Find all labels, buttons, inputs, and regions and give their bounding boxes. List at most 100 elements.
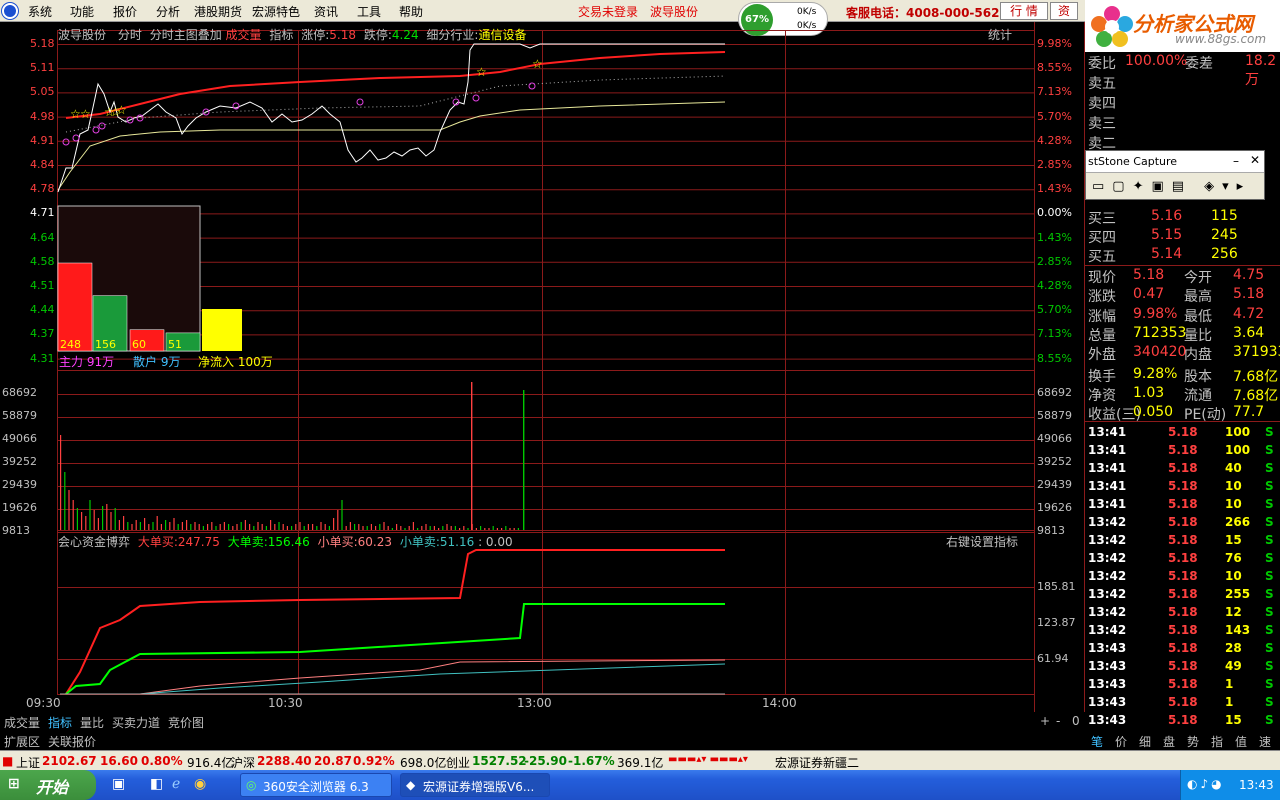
volume-bar [244,520,246,530]
quicklaunch-icon-1[interactable]: ◧ [150,776,163,792]
industry-value: 通信设备 [478,28,527,42]
panel-tab[interactable]: 笔 [1091,733,1103,750]
login-status[interactable]: 交易未登录 [578,3,638,20]
ie-icon[interactable]: ℯ [172,776,180,792]
volume-bar [278,522,280,530]
menu-hk-futures[interactable]: 港股期货 [194,3,242,20]
info-button[interactable]: 资 [1050,2,1078,20]
cy-label[interactable]: 创业 [446,754,470,771]
tab-overlay[interactable]: 分时主图叠加 [150,28,222,42]
menu-quote[interactable]: 报价 [113,3,137,20]
tab-volume-ratio[interactable]: 量比 [80,714,104,731]
sh-amount: 916.4亿 [187,756,234,770]
hs-label[interactable]: 沪深 [231,754,255,771]
zoom-reset-button[interactable]: 0 [1072,714,1080,728]
tab-intraday[interactable]: 分时 [118,28,142,42]
volume-bar [173,518,175,530]
menu-tools[interactable]: 工具 [357,3,381,20]
tick-cell: 143 [1225,623,1251,637]
percent-axis-label: 4.28% [1037,133,1072,147]
tab-indicator-bottom[interactable]: 指标 [48,714,72,731]
stat-row: 总量 712353 量比 3.64 [1085,324,1280,344]
clock: 13:43 [1239,778,1274,792]
volume-bar [425,524,427,530]
zoom-out-button[interactable]: - [1056,714,1060,728]
tick-cell: 15 [1225,713,1242,727]
tick-cell: S [1265,713,1274,727]
task-browser[interactable]: ◎ 360安全浏览器 6.3 [240,773,392,797]
close-icon[interactable]: ✕ [1250,153,1260,167]
minimize-icon[interactable]: – [1233,154,1239,168]
signal-circle-icon [472,94,480,102]
tab-auction-chart[interactable]: 竞价图 [168,714,204,731]
menu-news[interactable]: 资讯 [314,3,338,20]
hs-change: 20.87 [314,754,352,768]
tab-extension[interactable]: 扩展区 [4,733,40,750]
volume-axis-label: 68692 [2,386,37,399]
tab-volume[interactable]: 成交量 [226,28,262,42]
tick-cell: 49 [1225,659,1242,673]
volume-bar [366,526,368,530]
menu-analysis[interactable]: 分析 [156,3,180,20]
quote-button[interactable]: 行 情 [1000,2,1048,20]
indicator-header: 会心资金博弈 大单买:247.75 大单卖:156.46 小单买:60.23 小… [58,533,513,550]
price-axis-label: 4.78 [30,182,55,196]
price-axis-label: 4.31 [30,351,55,365]
price-axis-label: 4.44 [30,303,55,317]
panel-tab[interactable]: 指 [1211,733,1223,750]
volume-bar [480,526,482,530]
tray-icons[interactable]: ◐♪◕ [1187,777,1225,791]
menu-help[interactable]: 帮助 [399,3,423,20]
percent-axis-label: 8.55% [1037,61,1072,75]
volume-bar [181,522,183,530]
menu-hongyuan[interactable]: 宏源特色 [252,3,300,20]
price-axis-label: 4.51 [30,279,55,292]
volume-bar [463,526,465,530]
zoom-in-button[interactable]: + [1040,714,1050,728]
tick-cell: 13:43 [1088,677,1127,691]
capture-toolbar-window[interactable]: stStone Capture – ✕ ▭▢✦▣▤ ◈▾▸ [1085,150,1265,200]
tab-volume-bottom[interactable]: 成交量 [4,714,40,731]
tick-cell: 100 [1225,443,1251,457]
volume-bar [215,526,217,530]
panel-tab[interactable]: 盘 [1163,733,1175,750]
sell-level-4-label: 卖四 [1088,96,1116,112]
volume-bar [383,522,385,530]
buy-level-4: 买四 5.15 245 [1085,226,1280,246]
taskbar: ⊞ 开始 ▣ ◧ ℯ ◉ ◎ 360安全浏览器 6.3 ◆ 宏源证券增强版V6.… [0,770,1280,800]
tick-cell: 1 [1225,677,1234,691]
sell-level-5-label: 卖五 [1088,76,1116,92]
stat-cell: 最高 [1184,289,1212,306]
panel-tab[interactable]: 值 [1235,733,1247,750]
volume-bar [253,526,255,530]
panel-tab[interactable]: 细 [1139,733,1151,750]
sh-label[interactable]: 上证 [16,754,40,771]
limit-down-value: 4.24 [391,28,419,42]
tab-buy-sell-force[interactable]: 买卖力道 [112,714,160,731]
stat-cell: 内盘 [1184,347,1212,364]
intraday-chart[interactable]: ☆ ☆ ☆ ☆ ☆ ☆ ☆ 248 156 60 51 波导股份 分时 分时主图叠加 成交量 指标… [0,22,1085,712]
volume-bar [433,526,435,530]
volume-spike-bar [523,390,525,530]
volume-bar [118,520,120,530]
start-button[interactable]: ⊞ 开始 [0,770,96,800]
tick-row: 13:42 5.18 10 S [1085,567,1280,585]
current-stock-label: 波导股份 [650,5,699,19]
tab-related-quotes[interactable]: 关联报价 [48,733,96,750]
menu-system[interactable]: 系统 [28,3,52,20]
panel-tab[interactable]: 价 [1115,733,1127,750]
capture-tool-icons[interactable]: ▭▢✦▣▤ ◈▾▸ [1092,179,1251,194]
panel-tab[interactable]: 速 [1259,733,1271,750]
menu-function[interactable]: 功能 [70,3,94,20]
start-label: 开始 [36,778,69,797]
stat-button[interactable]: 统计 [988,26,1012,43]
windows-logo-icon: ⊞ [8,776,20,792]
tick-cell: 13:42 [1088,515,1127,529]
indicator-settings-hint[interactable]: 右键设置指标 [946,533,1018,550]
quicklaunch-icon-3[interactable]: ◉ [194,776,206,792]
tick-cell: 10 [1225,497,1242,511]
panel-tab[interactable]: 势 [1187,733,1199,750]
tab-indicator[interactable]: 指标 [269,28,293,42]
task-hongyuan[interactable]: ◆ 宏源证券增强版V6... [400,773,550,797]
show-desktop-icon[interactable]: ▣ [112,776,125,792]
